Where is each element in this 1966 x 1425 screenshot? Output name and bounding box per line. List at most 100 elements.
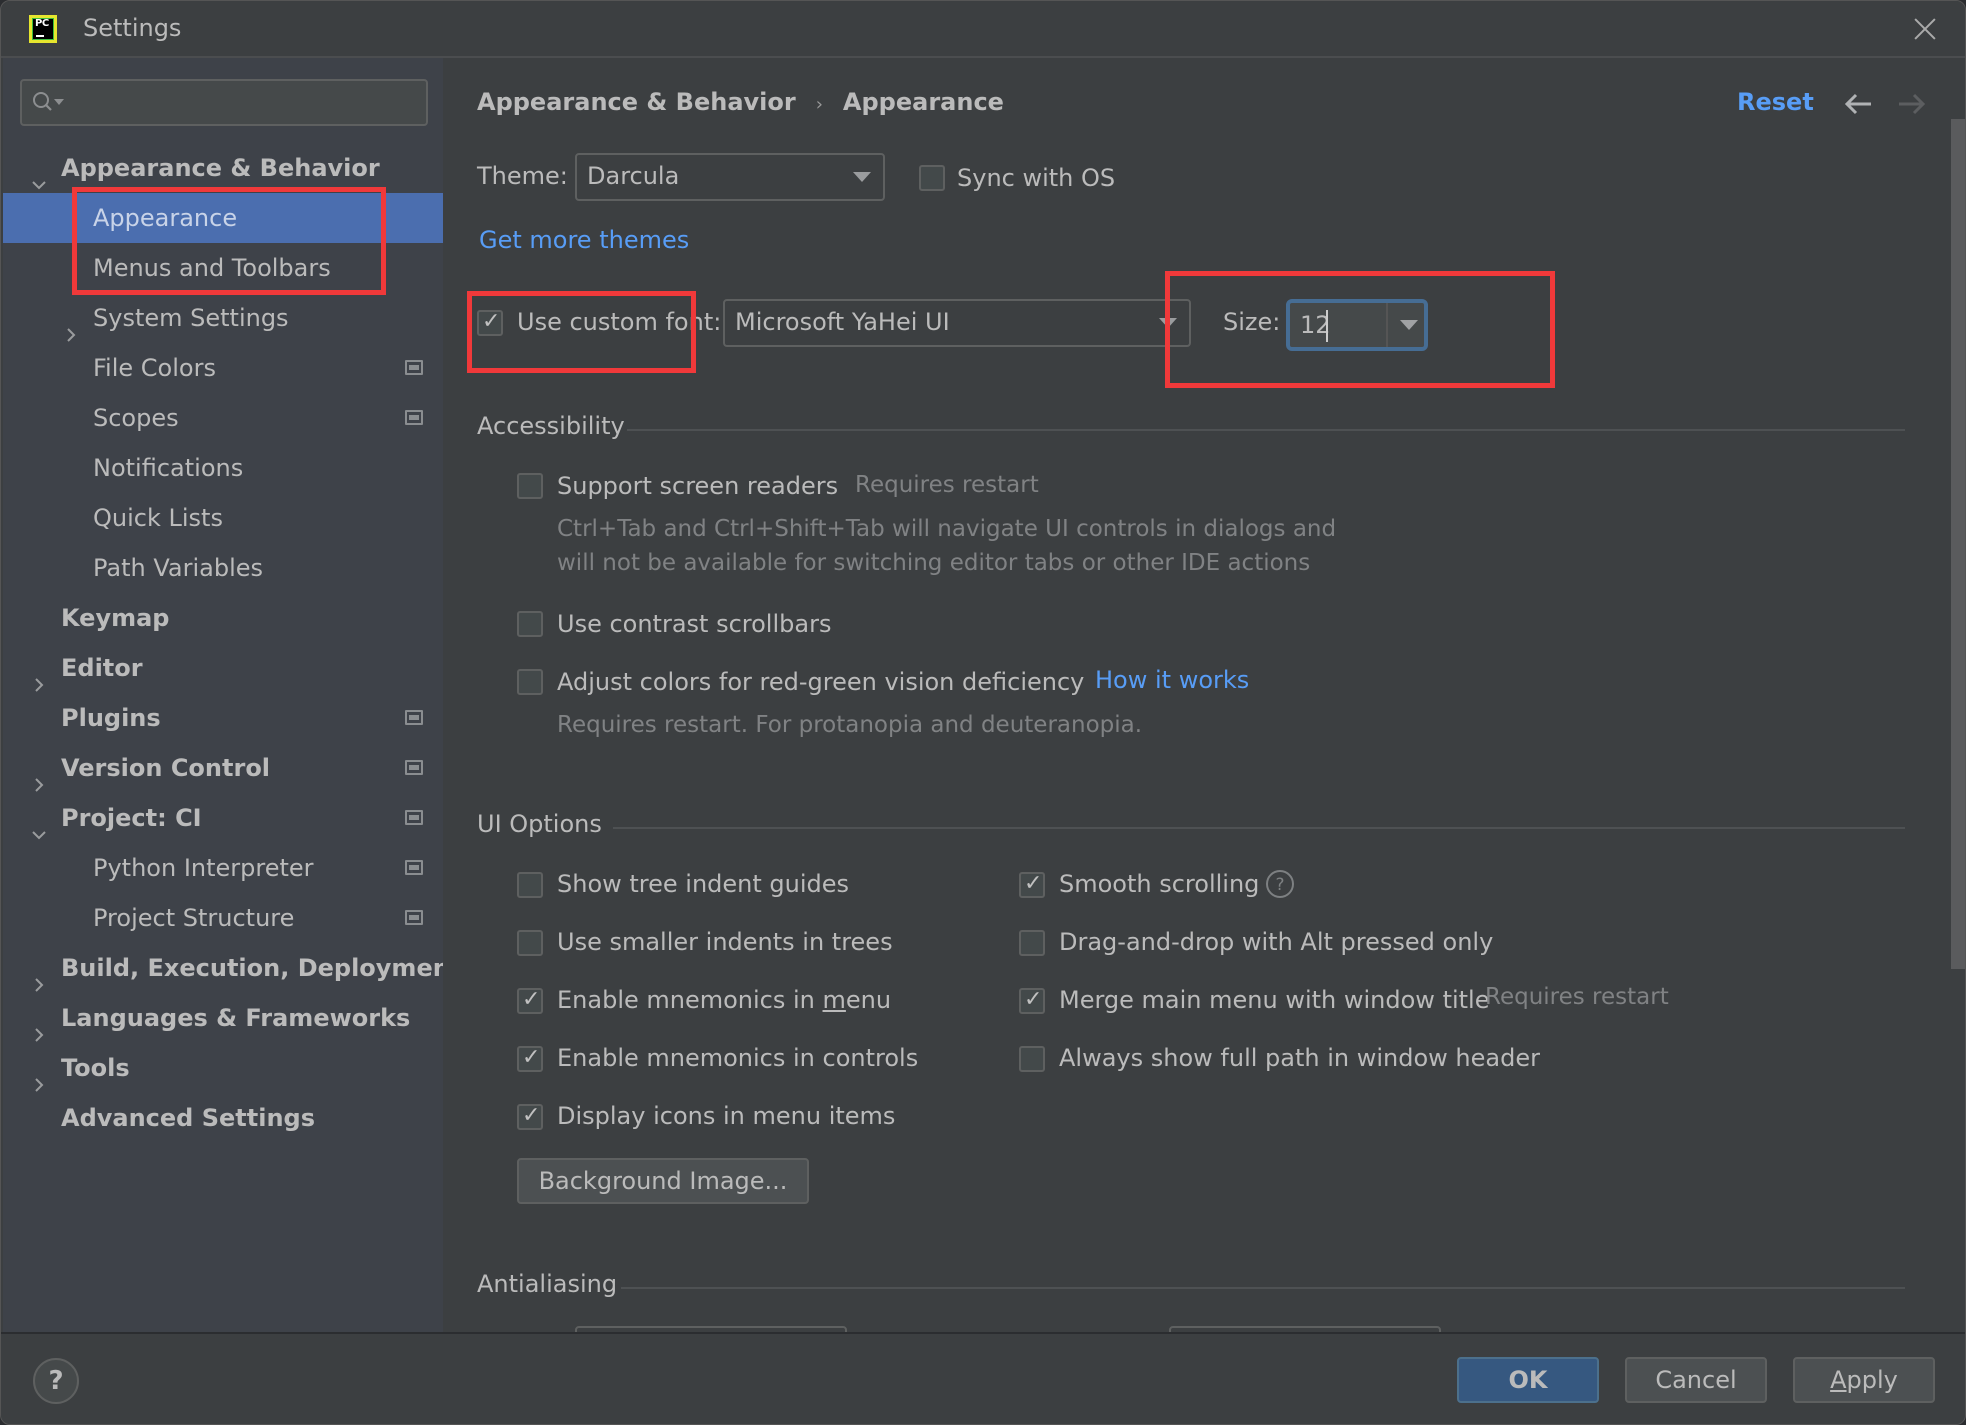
red-green-note: Requires restart. For protanopia and deu… [557,712,1143,738]
theme-dropdown-value: Darcula [587,162,680,190]
use-custom-font-label[interactable]: Use custom font: [517,308,721,336]
sidebar-item[interactable]: Project: CI [3,793,443,843]
how-it-works-link[interactable]: How it works [1095,666,1249,694]
back-arrow-icon[interactable] [1843,92,1873,116]
dropdown-arrow-icon [853,172,871,182]
red-green-vision-label[interactable]: Adjust colors for red-green vision defic… [557,668,1084,696]
drag-and-drop-alt-label[interactable]: Drag-and-drop with Alt pressed only [1059,928,1493,956]
sidebar-item[interactable]: Project Structure [3,893,443,943]
full-path-header-checkbox[interactable] [1019,1046,1045,1072]
sidebar-item[interactable]: Version Control [3,743,443,793]
sidebar-item[interactable]: Path Variables [3,543,443,593]
breadcrumb-separator: › [815,94,823,115]
chevron-down-icon[interactable] [31,810,47,840]
sidebar-item[interactable]: Tools [3,1043,443,1093]
merge-main-menu-checkbox[interactable] [1019,987,1045,1014]
project-level-icon [405,860,423,875]
text-caret [1326,310,1328,342]
contrast-scrollbars-checkbox[interactable] [517,611,543,637]
search-options-chevron-icon[interactable] [54,99,64,105]
window-title: Settings [83,14,182,42]
sync-with-os-checkbox[interactable] [919,165,945,191]
show-tree-indent-guides-label[interactable]: Show tree indent guides [557,870,849,898]
sync-with-os-label[interactable]: Sync with OS [957,164,1115,192]
help-button[interactable]: ? [33,1358,79,1404]
sidebar-item-label: Keymap [61,604,170,632]
chevron-right-icon[interactable] [31,960,47,992]
support-screen-readers-checkbox[interactable] [517,473,543,499]
dropdown-arrow-icon [1159,318,1177,328]
background-image-button[interactable]: Background Image... [517,1158,809,1204]
chevron-right-icon[interactable] [31,1060,47,1092]
smooth-scrolling-label[interactable]: Smooth scrolling [1059,870,1259,898]
show-tree-indent-guides-checkbox[interactable] [517,872,543,898]
chevron-down-icon[interactable] [31,160,47,190]
font-size-combo[interactable]: 12 [1286,299,1428,351]
vertical-scrollbar[interactable] [1951,119,1965,969]
merge-main-menu-label[interactable]: Merge main menu with window title [1059,986,1490,1014]
settings-sidebar: Appearance & Behavior Appearance Menus and… [3,58,461,1332]
reset-link[interactable]: Reset [1737,88,1814,116]
project-level-icon [405,360,423,375]
sidebar-item[interactable]: Advanced Settings [3,1093,443,1143]
smooth-scrolling-checkbox[interactable] [1019,871,1045,898]
close-icon[interactable] [1911,15,1939,43]
sidebar-item[interactable]: Languages & Frameworks [3,993,443,1043]
chevron-right-icon[interactable] [63,310,79,342]
sidebar-item[interactable]: Notifications [3,443,443,493]
sidebar-item[interactable]: Appearance & Behavior [3,143,443,193]
drag-and-drop-alt-checkbox[interactable] [1019,930,1045,956]
mnemonics-controls-label[interactable]: Enable mnemonics in controls [557,1044,918,1072]
sidebar-item[interactable]: Appearance [3,193,443,243]
sidebar-item[interactable]: Keymap [3,593,443,643]
sidebar-item-label: Scopes [93,404,179,432]
apply-button[interactable]: Apply [1793,1357,1935,1403]
sidebar-item[interactable]: Quick Lists [3,493,443,543]
breadcrumb-item-current: Appearance [842,88,1004,116]
dialog-footer: ? OK Cancel Apply [1,1332,1965,1424]
sidebar-item[interactable]: Menus and Toolbars [3,243,443,293]
use-custom-font-checkbox[interactable] [477,309,503,336]
sidebar-item-label: Notifications [93,454,244,482]
sidebar-item[interactable]: Build, Execution, Deployment [3,943,461,993]
sidebar-item[interactable]: Python Interpreter [3,843,443,893]
mnemonics-controls-checkbox[interactable] [517,1045,543,1072]
breadcrumb-item[interactable]: Appearance & Behavior [477,88,796,116]
sidebar-item[interactable]: Plugins [3,693,443,743]
sidebar-item-label: Quick Lists [93,504,223,532]
get-more-themes-link[interactable]: Get more themes [479,226,689,254]
antialiasing-section-title: Antialiasing [477,1270,618,1298]
chevron-right-icon[interactable] [31,1010,47,1042]
project-level-icon [405,710,423,725]
display-icons-menu-label[interactable]: Display icons in menu items [557,1102,895,1130]
display-icons-menu-checkbox[interactable] [517,1103,543,1130]
mnemonics-menu-label[interactable]: Enable mnemonics in menu [557,986,891,1014]
theme-dropdown[interactable]: Darcula [575,153,885,201]
contrast-scrollbars-label[interactable]: Use contrast scrollbars [557,610,831,638]
ok-button[interactable]: OK [1457,1357,1599,1403]
smaller-indents-checkbox[interactable] [517,930,543,956]
sidebar-item[interactable]: File Colors [3,343,443,393]
smaller-indents-label[interactable]: Use smaller indents in trees [557,928,893,956]
sidebar-item-label: Appearance [93,204,238,232]
search-input[interactable] [20,79,428,126]
font-size-label: Size: [1223,308,1281,336]
sidebar-item[interactable]: Editor [3,643,443,693]
chevron-right-icon[interactable] [31,760,47,792]
chevron-right-icon[interactable] [31,660,47,692]
project-level-icon [405,410,423,425]
sidebar-item[interactable]: Scopes [3,393,443,443]
help-question-icon[interactable]: ? [1265,869,1295,899]
mnemonics-menu-checkbox[interactable] [517,987,543,1014]
sidebar-item[interactable]: System Settings [3,293,443,343]
full-path-header-label[interactable]: Always show full path in window header [1059,1044,1540,1072]
sidebar-item-label: Appearance & Behavior [61,154,380,182]
cancel-button[interactable]: Cancel [1625,1357,1767,1403]
dropdown-arrow-icon[interactable] [1400,320,1418,330]
font-dropdown[interactable]: Microsoft YaHei UI [723,299,1191,347]
title-bar: PC Settings [1,1,1965,58]
forward-arrow-icon[interactable] [1897,92,1927,116]
sidebar-item-label: Menus and Toolbars [93,254,331,282]
support-screen-readers-label[interactable]: Support screen readers [557,472,838,500]
red-green-vision-checkbox[interactable] [517,669,543,695]
